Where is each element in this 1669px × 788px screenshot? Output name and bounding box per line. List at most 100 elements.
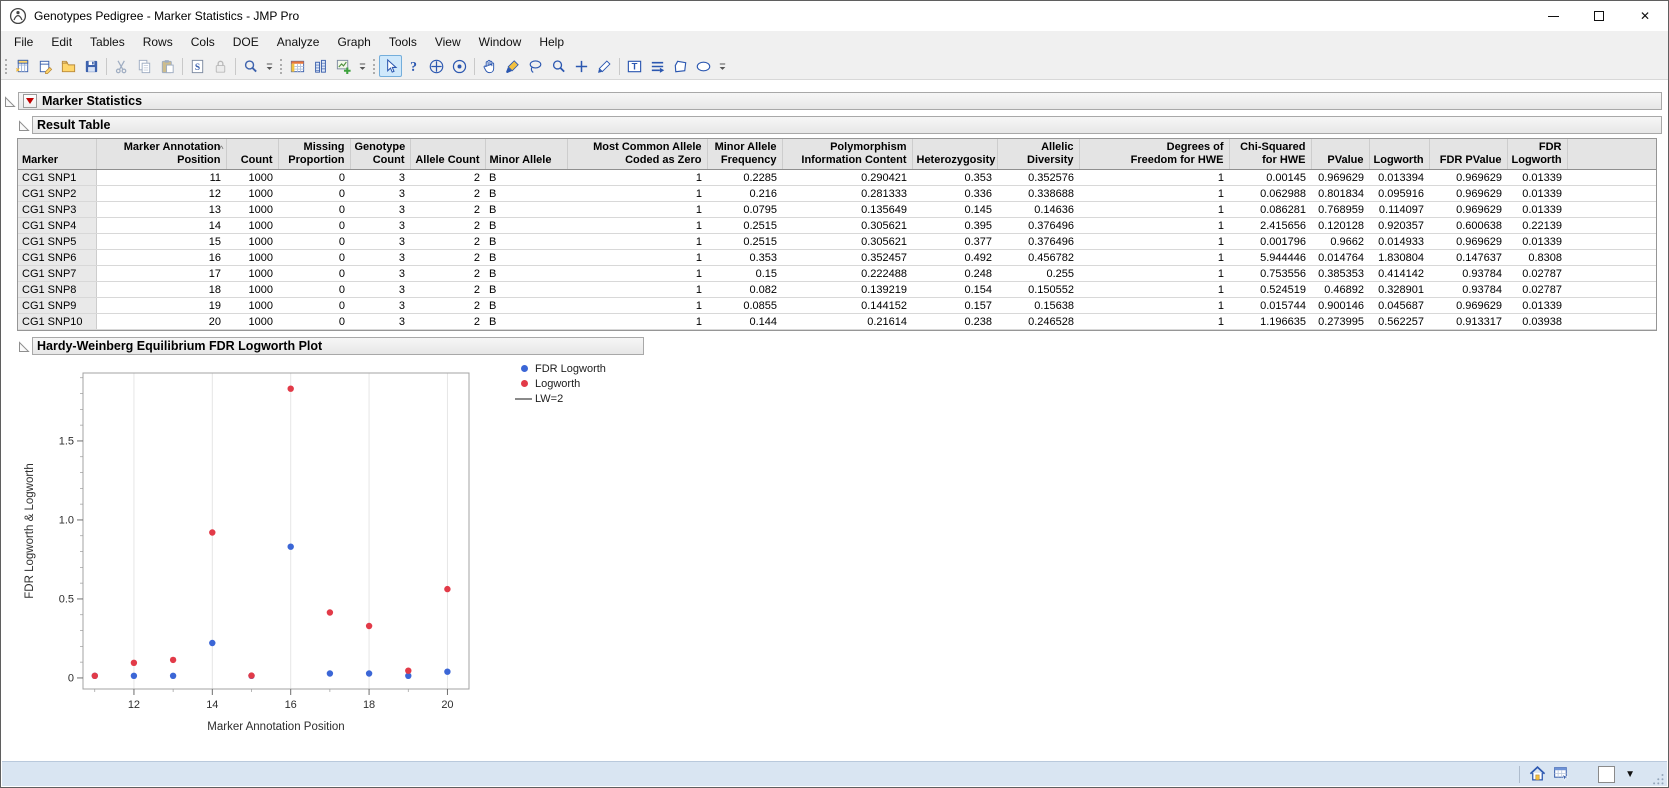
column-header-fdr-pvalue[interactable]: FDR PValue bbox=[1429, 139, 1507, 170]
legend-item-fdr-logworth[interactable]: FDR Logworth bbox=[515, 361, 606, 376]
statusbar-dropdown-icon[interactable]: ▼ bbox=[1625, 769, 1635, 780]
data-point-fdr-logworth[interactable] bbox=[209, 640, 215, 646]
toolbar-overflow-icon[interactable] bbox=[357, 57, 368, 75]
data-point-logworth[interactable] bbox=[405, 668, 411, 674]
hwe-scatter-chart[interactable]: 00.51.01.51214161820FDR Logworth & Logwo… bbox=[17, 359, 497, 747]
brush-tool-icon[interactable] bbox=[501, 55, 524, 77]
toolbar-grip[interactable] bbox=[373, 59, 375, 74]
menu-item-rows[interactable]: Rows bbox=[134, 32, 182, 52]
column-info-icon[interactable] bbox=[309, 55, 332, 77]
legend-item-logworth[interactable]: Logworth bbox=[515, 376, 606, 391]
column-header-most-common-allele-coded-as-zero[interactable]: Most Common AlleleCoded as Zero bbox=[567, 139, 707, 170]
data-point-logworth[interactable] bbox=[327, 609, 333, 615]
arrow-tool-icon[interactable] bbox=[379, 55, 402, 77]
table-row[interactable]: CG1 SNP9191000032B10.08550.1441520.1570.… bbox=[18, 298, 1656, 314]
table-row[interactable]: CG1 SNP5151000032B10.25150.3056210.3770.… bbox=[18, 234, 1656, 250]
help-tool-icon[interactable]: ? bbox=[402, 55, 425, 77]
toolbar-overflow-icon[interactable] bbox=[717, 57, 728, 75]
minimize-button[interactable] bbox=[1530, 1, 1576, 31]
column-header-genotype-count[interactable]: GenotypeCount bbox=[350, 139, 410, 170]
lasso-tool-icon[interactable] bbox=[524, 55, 547, 77]
column-header-minor-allele-frequency[interactable]: Minor AlleleFrequency bbox=[707, 139, 782, 170]
target-tool-icon[interactable] bbox=[448, 55, 471, 77]
arrow-line-tool-icon[interactable] bbox=[646, 55, 669, 77]
table-row[interactable]: CG1 SNP1111000032B10.22850.2904210.3530.… bbox=[18, 170, 1656, 186]
lock-icon[interactable] bbox=[209, 55, 232, 77]
magnifier-tool-icon[interactable] bbox=[547, 55, 570, 77]
column-header-polymorphism-information-content[interactable]: PolymorphismInformation Content bbox=[782, 139, 912, 170]
table-row[interactable]: CG1 SNP2121000032B10.2160.2813330.3360.3… bbox=[18, 186, 1656, 202]
grabber-tool-icon[interactable] bbox=[478, 55, 501, 77]
column-header-marker[interactable]: Marker bbox=[18, 139, 96, 170]
statusbar-checkbox[interactable] bbox=[1598, 766, 1615, 783]
column-header-allele-count[interactable]: Allele Count bbox=[410, 139, 485, 170]
crosshair-tool-icon[interactable] bbox=[425, 55, 448, 77]
journal-icon[interactable]: S bbox=[186, 55, 209, 77]
menu-item-view[interactable]: View bbox=[426, 32, 470, 52]
pencil-tool-icon[interactable] bbox=[593, 55, 616, 77]
data-point-fdr-logworth[interactable] bbox=[131, 673, 137, 679]
column-header-count[interactable]: Count bbox=[226, 139, 278, 170]
data-point-logworth[interactable] bbox=[92, 673, 98, 679]
plus-tool-icon[interactable] bbox=[570, 55, 593, 77]
data-point-logworth[interactable] bbox=[288, 386, 294, 392]
table-row[interactable]: CG1 SNP6161000032B10.3530.3524570.4920.4… bbox=[18, 250, 1656, 266]
window-manager-icon[interactable] bbox=[1552, 764, 1572, 784]
column-header-fdr-logworth[interactable]: FDRLogworth bbox=[1507, 139, 1567, 170]
oval-tool-icon[interactable] bbox=[692, 55, 715, 77]
table-row[interactable]: CG1 SNP8181000032B10.0820.1392190.1540.1… bbox=[18, 282, 1656, 298]
menu-item-doe[interactable]: DOE bbox=[224, 32, 268, 52]
data-point-logworth[interactable] bbox=[170, 657, 176, 663]
menu-item-file[interactable]: File bbox=[5, 32, 42, 52]
new-data-table-icon[interactable] bbox=[11, 55, 34, 77]
open-file-icon[interactable] bbox=[57, 55, 80, 77]
disclosure-triangle-icon[interactable] bbox=[18, 340, 30, 352]
column-header-minor-allele[interactable]: Minor Allele bbox=[485, 139, 567, 170]
data-point-fdr-logworth[interactable] bbox=[288, 544, 294, 550]
table-row[interactable]: CG1 SNP7171000032B10.150.2224880.2480.25… bbox=[18, 266, 1656, 282]
polygon-tool-icon[interactable] bbox=[669, 55, 692, 77]
column-header-degrees-of-freedom-for-hwe[interactable]: Degrees ofFreedom for HWE bbox=[1079, 139, 1229, 170]
menu-item-help[interactable]: Help bbox=[530, 32, 573, 52]
data-table-icon[interactable] bbox=[286, 55, 309, 77]
column-header-marker-annotation-position[interactable]: Marker AnnotationPosition^ bbox=[96, 139, 226, 170]
column-header-missing-proportion[interactable]: MissingProportion bbox=[278, 139, 350, 170]
zoom-icon[interactable] bbox=[239, 55, 262, 77]
menu-item-window[interactable]: Window bbox=[470, 32, 531, 52]
maximize-button[interactable] bbox=[1576, 1, 1622, 31]
red-triangle-menu-button[interactable] bbox=[23, 94, 37, 108]
cut-icon[interactable] bbox=[110, 55, 133, 77]
toolbar-grip[interactable] bbox=[5, 59, 7, 74]
disclosure-triangle-icon[interactable] bbox=[4, 95, 16, 107]
toolbar-grip[interactable] bbox=[280, 59, 282, 74]
new-graph-icon[interactable] bbox=[332, 55, 355, 77]
copy-icon[interactable] bbox=[133, 55, 156, 77]
data-point-logworth[interactable] bbox=[248, 672, 254, 678]
menu-item-analyze[interactable]: Analyze bbox=[268, 32, 329, 52]
menu-item-tools[interactable]: Tools bbox=[380, 32, 426, 52]
table-row[interactable]: CG1 SNP3131000032B10.07950.1356490.1450.… bbox=[18, 202, 1656, 218]
annotate-tool-icon[interactable]: T bbox=[623, 55, 646, 77]
resize-grip[interactable] bbox=[1651, 772, 1665, 786]
menu-item-cols[interactable]: Cols bbox=[182, 32, 224, 52]
data-point-fdr-logworth[interactable] bbox=[170, 673, 176, 679]
save-icon[interactable] bbox=[80, 55, 103, 77]
data-point-logworth[interactable] bbox=[366, 623, 372, 629]
disclosure-triangle-icon[interactable] bbox=[18, 119, 30, 131]
column-header-allelic-diversity[interactable]: AllelicDiversity bbox=[997, 139, 1079, 170]
data-point-logworth[interactable] bbox=[131, 660, 137, 666]
table-row[interactable]: CG1 SNP4141000032B10.25150.3056210.3950.… bbox=[18, 218, 1656, 234]
data-point-logworth[interactable] bbox=[444, 586, 450, 592]
data-point-fdr-logworth[interactable] bbox=[327, 670, 333, 676]
legend-item-lw=2[interactable]: LW=2 bbox=[515, 391, 606, 406]
menu-item-graph[interactable]: Graph bbox=[328, 32, 379, 52]
home-icon[interactable] bbox=[1528, 764, 1548, 784]
toolbar-overflow-icon[interactable] bbox=[264, 57, 275, 75]
paste-icon[interactable] bbox=[156, 55, 179, 77]
table-row[interactable]: CG1 SNP10201000032B10.1440.216140.2380.2… bbox=[18, 314, 1656, 330]
close-button[interactable]: ✕ bbox=[1622, 1, 1668, 31]
data-point-logworth[interactable] bbox=[209, 529, 215, 535]
open-database-icon[interactable] bbox=[34, 55, 57, 77]
column-header-pvalue[interactable]: PValue bbox=[1311, 139, 1369, 170]
data-point-fdr-logworth[interactable] bbox=[444, 669, 450, 675]
